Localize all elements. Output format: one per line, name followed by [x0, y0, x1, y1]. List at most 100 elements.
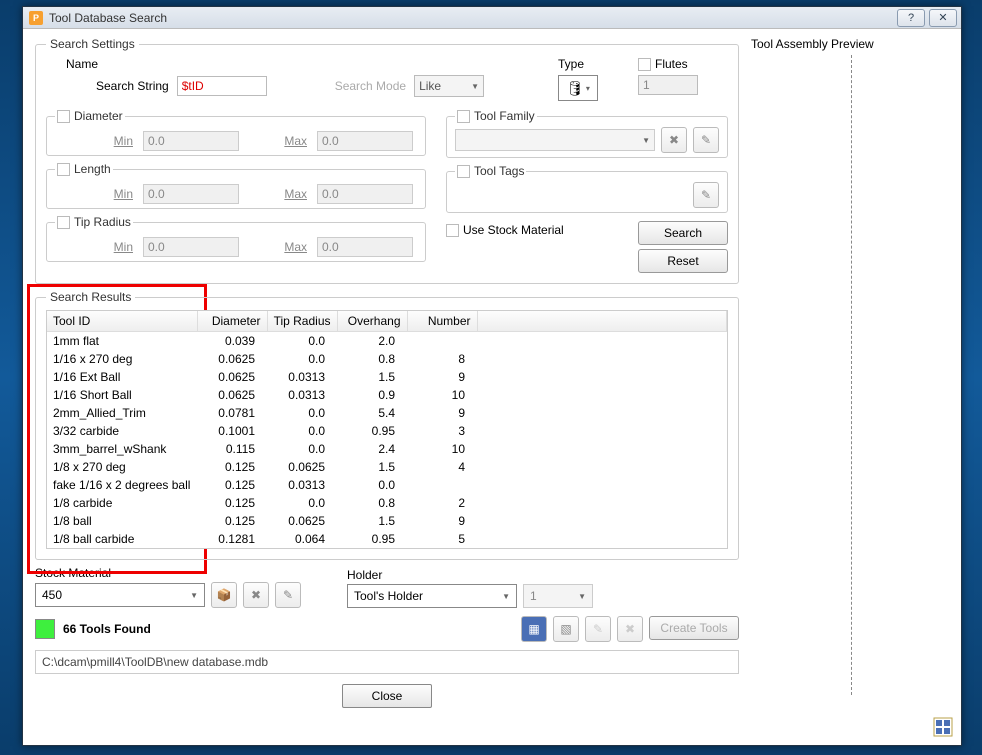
tip-radius-group: Tip Radius Min Max — [46, 215, 426, 262]
cell-diameter: 0.1001 — [197, 422, 267, 440]
cell-diameter: 0.0781 — [197, 404, 267, 422]
table-row[interactable]: 3/32 carbide0.10010.00.953 — [47, 422, 727, 440]
tool-family-delete-button[interactable]: ✖ — [661, 127, 687, 153]
tool-tags-label: Tool Tags — [474, 164, 524, 178]
selection-mode-2-button[interactable]: ▧ — [553, 616, 579, 642]
cell-overhang: 2.0 — [337, 332, 407, 351]
cell-number: 9 — [407, 368, 477, 386]
pencil-icon: ✎ — [701, 133, 711, 147]
search-string-label: Search String — [96, 79, 169, 93]
stock-material-select[interactable]: 450 ▼ — [35, 583, 205, 607]
cell-tool-id: 1/16 Short Ball — [47, 386, 197, 404]
col-overhang[interactable]: Overhang — [337, 311, 407, 332]
use-stock-checkbox[interactable] — [446, 224, 459, 237]
holder-value: Tool's Holder — [354, 589, 423, 603]
diameter-checkbox[interactable] — [57, 110, 70, 123]
x-icon: ✖ — [251, 588, 261, 602]
tool-family-label: Tool Family — [474, 109, 535, 123]
search-string-input[interactable] — [177, 76, 267, 96]
table-row[interactable]: 1/16 Ext Ball0.06250.03131.59 — [47, 368, 727, 386]
cell-diameter: 0.0625 — [197, 386, 267, 404]
table-row[interactable]: 3mm_barrel_wShank0.1150.02.410 — [47, 440, 727, 458]
min-label: Min — [105, 134, 133, 148]
cell-tip-radius: 0.0313 — [267, 476, 337, 494]
search-settings-legend: Search Settings — [46, 37, 139, 51]
search-button[interactable]: Search — [638, 221, 728, 245]
tool-tags-checkbox[interactable] — [457, 165, 470, 178]
cell-diameter: 0.115 — [197, 440, 267, 458]
box-icon: 📦 — [217, 588, 232, 602]
table-row[interactable]: 1/8 ball0.1250.06251.59 — [47, 512, 727, 530]
tool-family-edit-button[interactable]: ✎ — [693, 127, 719, 153]
app-icon: P — [29, 11, 43, 25]
tool-tags-edit-button[interactable]: ✎ — [693, 182, 719, 208]
stock-material-label: Stock Material — [35, 566, 335, 580]
close-window-button[interactable]: ✕ — [929, 9, 957, 27]
length-checkbox[interactable] — [57, 163, 70, 176]
type-select[interactable]: 🛢 ▾ — [558, 75, 598, 101]
search-mode-select[interactable]: Like ▼ — [414, 75, 484, 97]
col-tool-id[interactable]: Tool ID — [47, 311, 197, 332]
stock-box-button[interactable]: 📦 — [211, 582, 237, 608]
results-table: Tool ID Diameter Tip Radius Overhang Num… — [47, 311, 727, 548]
tip-radius-checkbox — [57, 216, 70, 229]
titlebar: P Tool Database Search ? ✕ — [23, 7, 961, 29]
database-path: C:\dcam\pmill4\ToolDB\new database.mdb — [35, 650, 739, 674]
chevron-down-icon: ▼ — [190, 591, 198, 600]
tool-family-checkbox[interactable] — [457, 110, 470, 123]
type-label: Type — [558, 57, 618, 71]
tool-family-group: Tool Family ▼ ✖ ✎ — [446, 109, 728, 158]
cell-diameter: 0.125 — [197, 512, 267, 530]
cell-overhang: 2.4 — [337, 440, 407, 458]
edit-disabled-button: ✎ — [585, 616, 611, 642]
cell-tool-id: 1/8 x 270 deg — [47, 458, 197, 476]
cursor-icon: ▧ — [560, 622, 571, 636]
chevron-down-icon: ▼ — [578, 592, 586, 601]
name-label: Name — [66, 57, 98, 71]
holder-number-value: 1 — [530, 589, 537, 603]
table-row[interactable]: 2mm_Allied_Trim0.07810.05.49 — [47, 404, 727, 422]
length-min-input — [143, 184, 239, 204]
cell-number: 8 — [407, 350, 477, 368]
reset-button[interactable]: Reset — [638, 249, 728, 273]
cell-number: 4 — [407, 458, 477, 476]
preview-centerline — [851, 55, 852, 695]
table-row[interactable]: 1/8 x 270 deg0.1250.06251.54 — [47, 458, 727, 476]
help-button[interactable]: ? — [897, 9, 925, 27]
table-row[interactable]: fake 1/16 x 2 degrees ball0.1250.03130.0 — [47, 476, 727, 494]
cell-overhang: 0.8 — [337, 494, 407, 512]
corner-overview-icon[interactable] — [933, 717, 953, 737]
col-number[interactable]: Number — [407, 311, 477, 332]
stock-edit-button[interactable]: ✎ — [275, 582, 301, 608]
x-icon: ✖ — [669, 133, 679, 147]
table-row[interactable]: 1mm flat0.0390.02.0 — [47, 332, 727, 351]
table-row[interactable]: 1/16 x 270 deg0.06250.00.88 — [47, 350, 727, 368]
table-row[interactable]: 1/16 Short Ball0.06250.03130.910 — [47, 386, 727, 404]
dialog-window: P Tool Database Search ? ✕ Search Settin… — [22, 6, 962, 746]
col-diameter[interactable]: Diameter — [197, 311, 267, 332]
col-tip-radius[interactable]: Tip Radius — [267, 311, 337, 332]
create-tools-button[interactable]: Create Tools — [649, 616, 739, 640]
cell-tip-radius: 0.0 — [267, 332, 337, 351]
cell-tip-radius: 0.0625 — [267, 512, 337, 530]
selection-mode-1-button[interactable]: ▦ — [521, 616, 547, 642]
cell-tool-id: 1mm flat — [47, 332, 197, 351]
chevron-down-icon: ▼ — [502, 592, 510, 601]
tool-family-select[interactable]: ▼ — [455, 129, 655, 151]
cell-tip-radius: 0.0 — [267, 422, 337, 440]
col-spacer — [477, 311, 727, 332]
flutes-checkbox[interactable] — [638, 58, 651, 71]
cell-tool-id: 1/8 ball — [47, 512, 197, 530]
cursor-icon: ▦ — [528, 622, 539, 636]
table-row[interactable]: 1/8 carbide0.1250.00.82 — [47, 494, 727, 512]
cell-tip-radius: 0.0313 — [267, 386, 337, 404]
max-label: Max — [279, 187, 307, 201]
results-table-scroll[interactable]: Tool ID Diameter Tip Radius Overhang Num… — [46, 310, 728, 549]
cell-number: 5 — [407, 530, 477, 548]
stock-delete-button[interactable]: ✖ — [243, 582, 269, 608]
close-button[interactable]: Close — [342, 684, 432, 708]
use-stock-label: Use Stock Material — [463, 223, 564, 237]
holder-select[interactable]: Tool's Holder ▼ — [347, 584, 517, 608]
cell-number: 9 — [407, 512, 477, 530]
table-row[interactable]: 1/8 ball carbide0.12810.0640.955 — [47, 530, 727, 548]
